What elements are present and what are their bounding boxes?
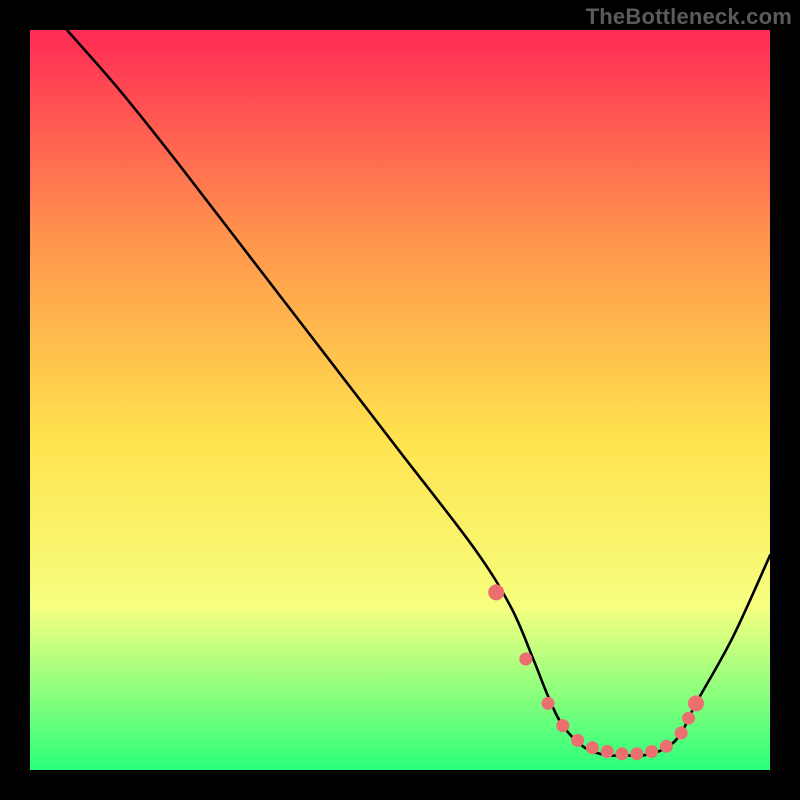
highlight-dot <box>556 719 569 732</box>
plot-area <box>30 30 770 770</box>
gradient-background <box>30 30 770 770</box>
highlight-dot <box>519 653 532 666</box>
highlight-dot <box>542 697 555 710</box>
highlight-dot <box>645 745 658 758</box>
highlight-dot <box>675 727 688 740</box>
highlight-dot <box>616 747 629 760</box>
highlight-dot <box>682 712 695 725</box>
chart-frame: TheBottleneck.com <box>0 0 800 800</box>
chart-svg <box>30 30 770 770</box>
watermark-text: TheBottleneck.com <box>586 4 792 30</box>
highlight-dot <box>488 584 504 600</box>
highlight-dot <box>660 740 673 753</box>
highlight-dot <box>630 747 643 760</box>
highlight-dot <box>586 741 599 754</box>
highlight-dot <box>688 695 704 711</box>
highlight-dot <box>571 734 584 747</box>
highlight-dot <box>601 745 614 758</box>
